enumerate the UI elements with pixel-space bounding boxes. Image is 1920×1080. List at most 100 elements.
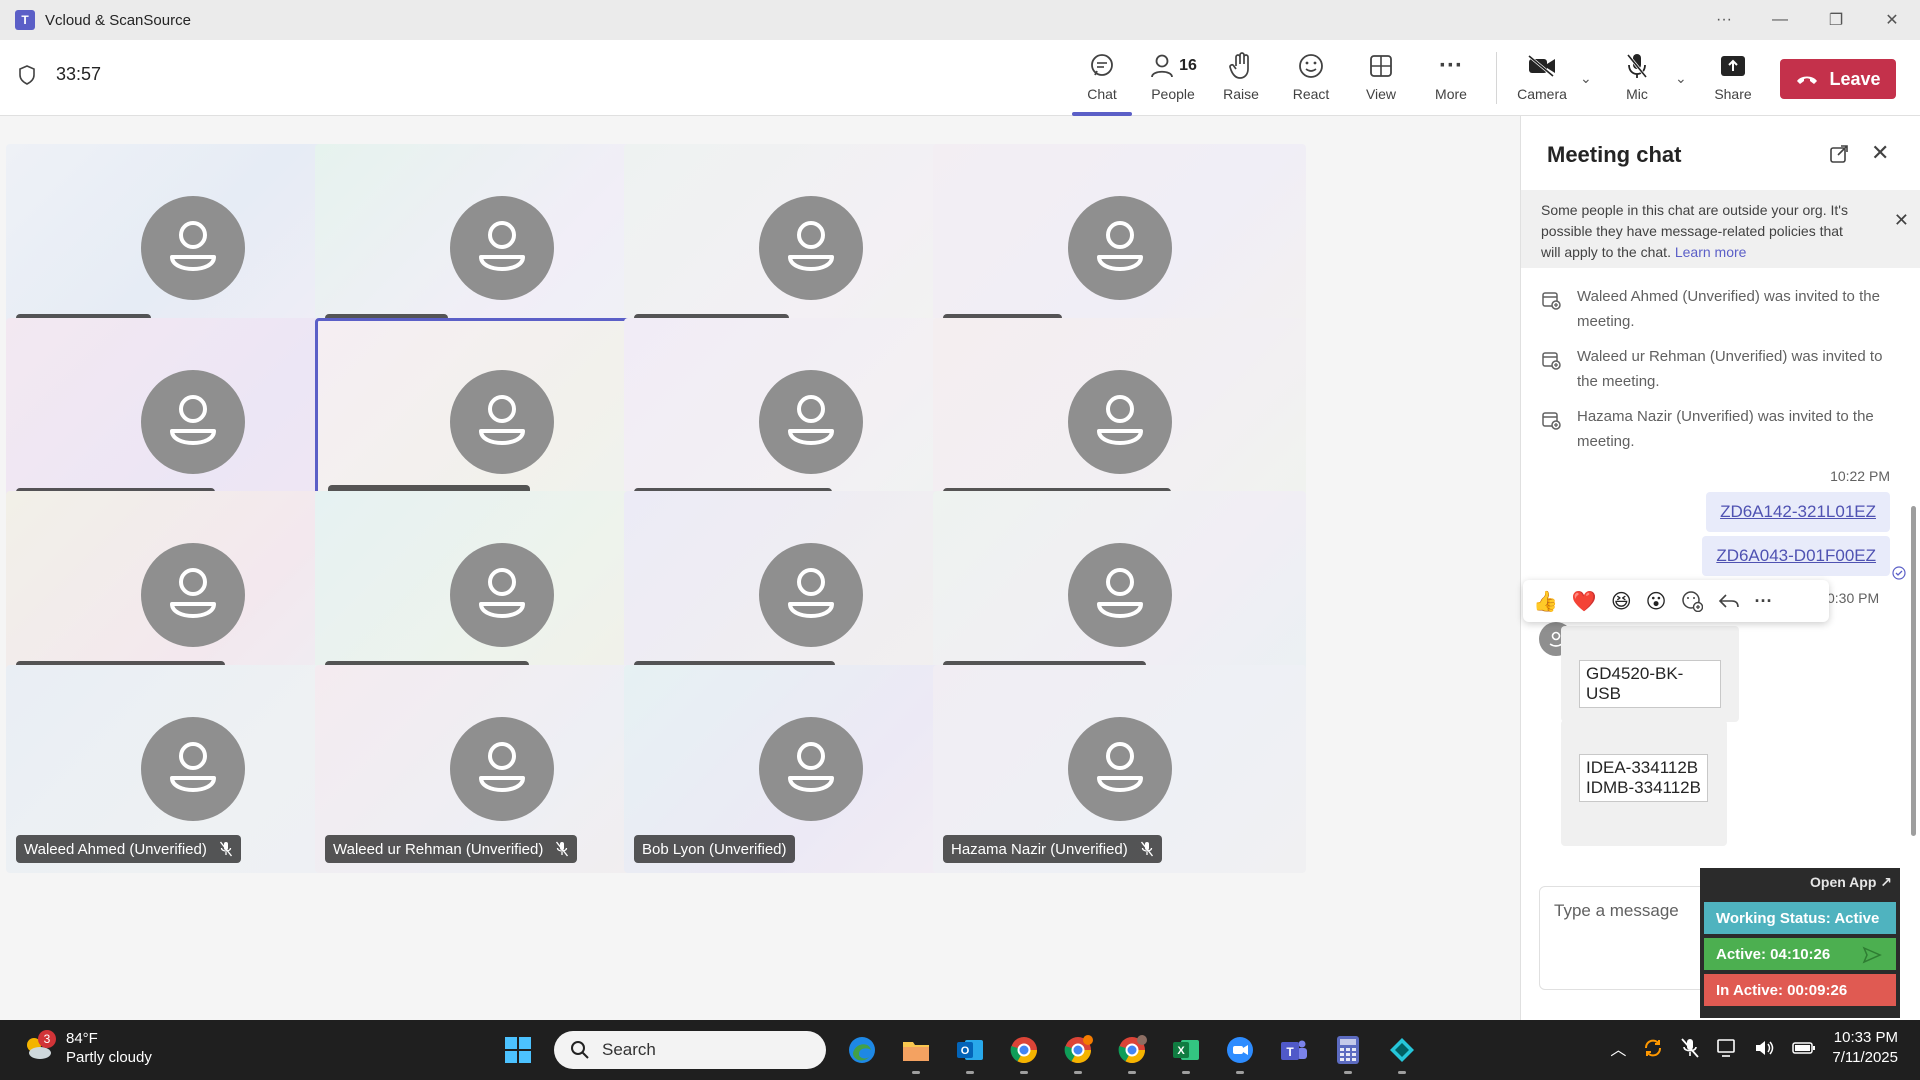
timer-text: 33:57 bbox=[56, 64, 102, 84]
learn-more-link[interactable]: Learn more bbox=[1675, 244, 1747, 260]
code-text: IDEA-334112B bbox=[1586, 758, 1699, 777]
like-reaction-icon[interactable]: 👍 bbox=[1533, 589, 1558, 614]
code-text: GD4520-BK-USB bbox=[1579, 660, 1721, 708]
more-actions-icon[interactable]: ··· bbox=[1755, 591, 1773, 612]
participant-name-tag: Hazama Nazir (Unverified) bbox=[943, 835, 1162, 863]
camera-button[interactable]: Camera bbox=[1512, 50, 1572, 110]
mic-options-chevron-icon[interactable]: ⌄ bbox=[1675, 70, 1687, 87]
heart-reaction-icon[interactable]: ❤️ bbox=[1572, 589, 1597, 614]
chrome-alt-profile-icon[interactable] bbox=[1114, 1032, 1150, 1074]
mic-off-icon bbox=[1626, 54, 1648, 78]
excel-icon[interactable]: X bbox=[1168, 1032, 1204, 1074]
shield-icon bbox=[19, 64, 35, 85]
start-button[interactable] bbox=[500, 1032, 536, 1068]
weather-condition: Partly cloudy bbox=[66, 1049, 152, 1066]
system-message-text: Waleed ur Rehman (Unverified) was invite… bbox=[1577, 348, 1883, 390]
network-icon[interactable] bbox=[1716, 1038, 1738, 1058]
outlook-icon[interactable]: O bbox=[952, 1032, 988, 1074]
tracker-app-icon[interactable] bbox=[1384, 1032, 1420, 1074]
smiley-icon bbox=[1299, 54, 1323, 78]
search-icon bbox=[571, 1041, 589, 1059]
read-receipt-icon bbox=[1892, 566, 1906, 580]
window-controls: ··· — ❐ ✕ bbox=[1696, 0, 1920, 40]
leave-label: Leave bbox=[1829, 68, 1881, 89]
clock[interactable]: 10:33 PM 7/11/2025 bbox=[1832, 1028, 1898, 1068]
window-title: Vcloud & ScanSource bbox=[45, 11, 191, 29]
muted-mic-icon bbox=[555, 841, 569, 857]
surprised-reaction-icon[interactable]: 😮 bbox=[1646, 589, 1667, 614]
active-time-text: Active: 04:10:26 bbox=[1716, 945, 1831, 963]
participant-name-tag: Waleed Ahmed (Unverified) bbox=[16, 835, 241, 863]
teams-taskbar-icon[interactable]: T bbox=[1276, 1032, 1312, 1068]
send-icon[interactable] bbox=[1862, 946, 1882, 964]
chevron-up-icon[interactable]: ︿ bbox=[1610, 1036, 1626, 1060]
reply-icon[interactable] bbox=[1717, 591, 1741, 611]
temperature: 84°F bbox=[66, 1030, 98, 1047]
view-button[interactable]: View bbox=[1351, 50, 1411, 110]
participant-name: Hazama Nazir (Unverified) bbox=[951, 840, 1128, 858]
ellipsis-icon: ··· bbox=[1439, 52, 1463, 79]
sync-icon[interactable] bbox=[1642, 1037, 1664, 1059]
active-time: Active: 04:10:26 bbox=[1704, 938, 1896, 970]
calendar-add-icon bbox=[1542, 352, 1561, 370]
svg-text:T: T bbox=[1286, 1045, 1294, 1059]
people-label: People bbox=[1151, 86, 1195, 102]
maximize-button[interactable]: ❐ bbox=[1808, 0, 1864, 40]
file-explorer-icon[interactable] bbox=[898, 1032, 934, 1074]
add-reaction-icon[interactable] bbox=[1681, 590, 1703, 612]
volume-icon[interactable] bbox=[1754, 1038, 1776, 1058]
edge-icon[interactable] bbox=[844, 1032, 880, 1068]
meeting-timer: 33:57 bbox=[18, 64, 101, 85]
weather-widget[interactable]: 3 84°F Partly cloudy bbox=[22, 1029, 152, 1067]
minimize-button[interactable]: — bbox=[1752, 0, 1808, 40]
teams-icon: T bbox=[15, 10, 35, 30]
chrome-profile-icon[interactable] bbox=[1060, 1032, 1096, 1074]
mic-label: Mic bbox=[1626, 86, 1648, 102]
sent-message-link[interactable]: ZD6A142-321L01EZ bbox=[1706, 492, 1890, 532]
hang-up-icon bbox=[1797, 76, 1818, 84]
dismiss-banner-icon[interactable]: ✕ bbox=[1894, 210, 1909, 231]
windows-logo-icon bbox=[505, 1037, 531, 1063]
message-timestamp: 10:22 PM bbox=[1830, 468, 1890, 484]
more-button[interactable]: ··· More bbox=[1421, 50, 1481, 110]
system-message: Hazama Nazir (Unverified) was invited to… bbox=[1541, 404, 1901, 454]
close-window-button[interactable]: ✕ bbox=[1864, 0, 1920, 40]
more-label: More bbox=[1435, 86, 1467, 102]
participant-avatar-icon bbox=[758, 717, 863, 821]
chat-title: Meeting chat bbox=[1547, 142, 1682, 167]
participant-avatar-icon bbox=[140, 370, 245, 474]
message-timestamp: 0:30 PM bbox=[1827, 590, 1880, 606]
external-org-banner: Some people in this chat are outside you… bbox=[1521, 190, 1920, 268]
muted-mic-icon bbox=[1140, 841, 1154, 857]
participant-name-tag: Waleed ur Rehman (Unverified) bbox=[325, 835, 578, 863]
people-button[interactable]: 16 People bbox=[1141, 50, 1205, 110]
taskbar-apps: Search O X T bbox=[500, 1030, 1420, 1074]
zoom-icon[interactable] bbox=[1222, 1032, 1258, 1074]
close-chat-icon[interactable]: ✕ bbox=[1871, 140, 1889, 166]
taskbar-search[interactable]: Search bbox=[554, 1031, 826, 1069]
chat-scrollbar[interactable] bbox=[1911, 506, 1916, 836]
svg-text:X: X bbox=[1177, 1045, 1185, 1057]
react-button[interactable]: React bbox=[1281, 50, 1341, 110]
laugh-reaction-icon[interactable]: 😆 bbox=[1611, 589, 1632, 614]
participant-avatar-icon bbox=[1067, 543, 1172, 647]
leave-button[interactable]: Leave bbox=[1780, 59, 1896, 99]
sent-message-link[interactable]: ZD6A043-D01F00EZ bbox=[1702, 536, 1890, 576]
chat-button[interactable]: Chat bbox=[1072, 50, 1132, 116]
open-app-link[interactable]: Open App ↗ bbox=[1704, 874, 1896, 898]
mic-button[interactable]: Mic bbox=[1607, 50, 1667, 110]
raise-hand-button[interactable]: Raise bbox=[1211, 50, 1271, 110]
system-message: Waleed ur Rehman (Unverified) was invite… bbox=[1541, 344, 1901, 394]
popout-icon[interactable] bbox=[1829, 144, 1849, 169]
participant-tile[interactable]: Hazama Nazir (Unverified) bbox=[933, 665, 1306, 873]
search-label: Search bbox=[602, 1040, 656, 1059]
chrome-icon[interactable] bbox=[1006, 1032, 1042, 1074]
share-button[interactable]: Share bbox=[1703, 50, 1763, 110]
share-icon bbox=[1721, 56, 1745, 76]
camera-options-chevron-icon[interactable]: ⌄ bbox=[1580, 70, 1592, 87]
participant-avatar-icon bbox=[449, 196, 554, 300]
calculator-icon[interactable] bbox=[1330, 1032, 1366, 1074]
more-options-icon[interactable]: ··· bbox=[1696, 0, 1752, 40]
battery-icon[interactable] bbox=[1792, 1040, 1816, 1056]
mic-muted-tray-icon[interactable] bbox=[1680, 1037, 1700, 1059]
